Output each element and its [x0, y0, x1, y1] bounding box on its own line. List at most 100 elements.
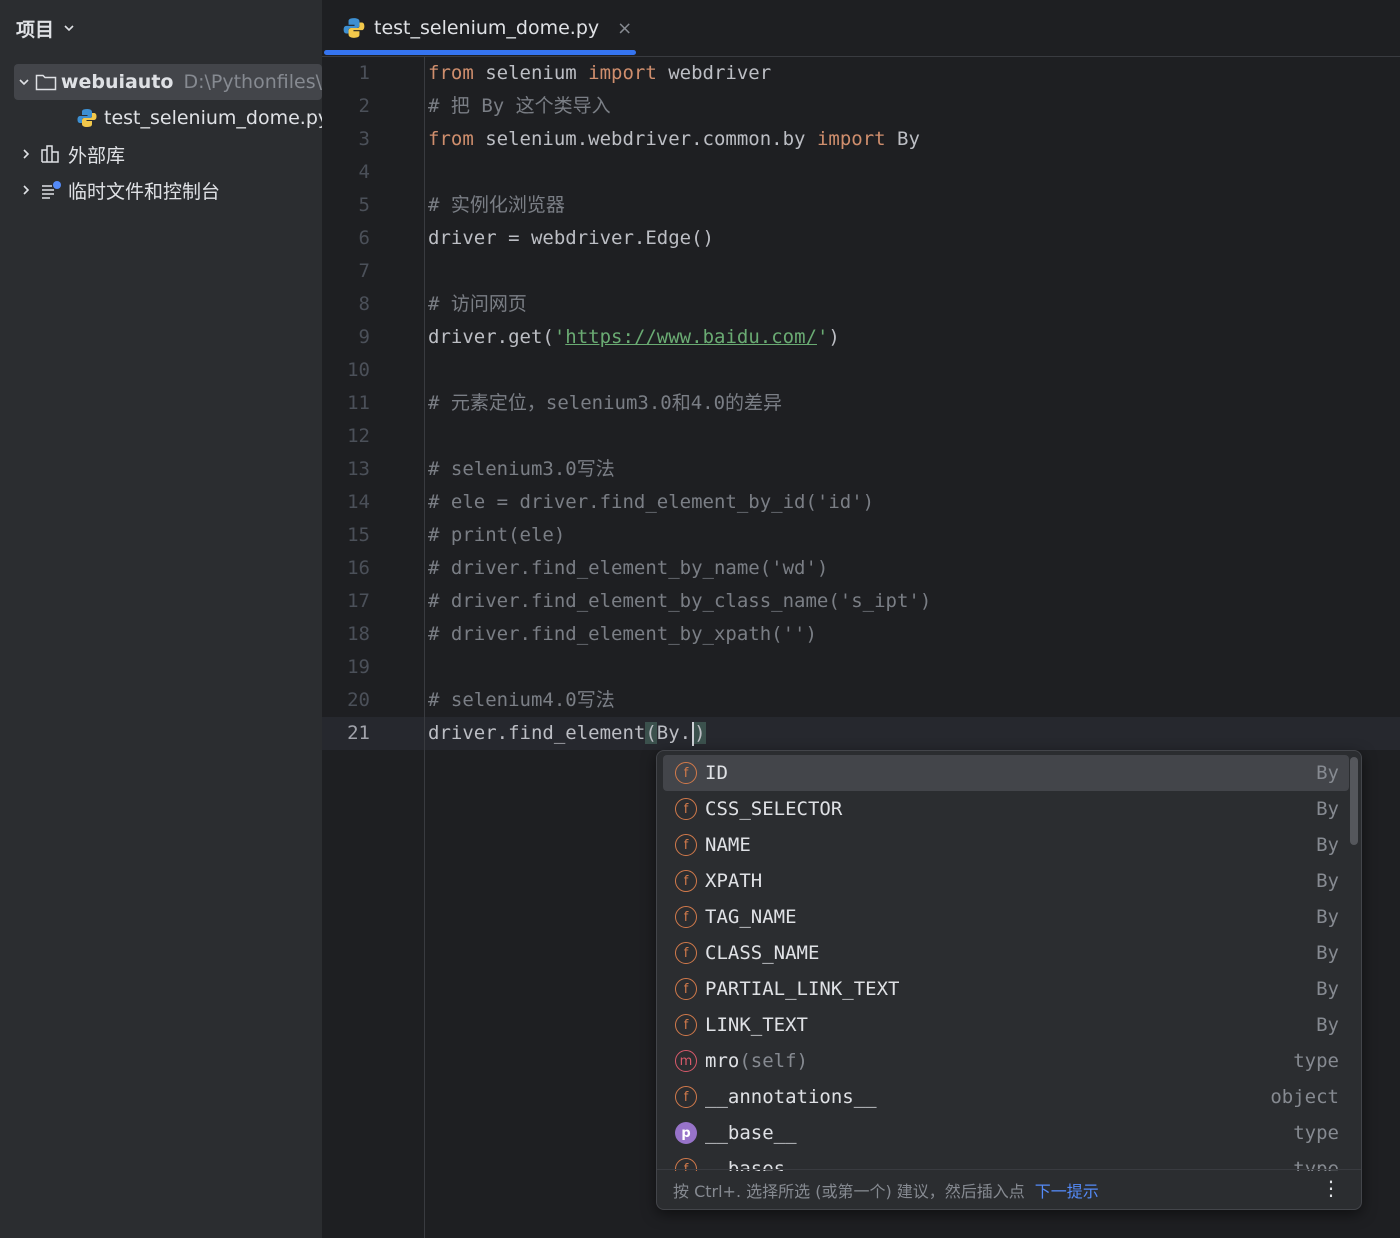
code-line[interactable]: 6 driver = webdriver.Edge() — [322, 222, 1400, 255]
folder-icon — [35, 74, 56, 91]
code-line[interactable]: 13 # selenium3.0写法 — [322, 453, 1400, 486]
code-line[interactable]: 19 — [322, 651, 1400, 684]
completion-name: PARTIAL_LINK_TEXT — [705, 978, 900, 1000]
chevron-down-icon[interactable] — [62, 21, 76, 35]
code-line[interactable]: 11 # 元素定位，selenium3.0和4.0的差异 — [322, 387, 1400, 420]
line-number: 14 — [347, 491, 370, 513]
code-line[interactable]: 14 # ele = driver.find_element_by_id('id'… — [322, 486, 1400, 519]
url-link[interactable]: https://www.baidu.com/ — [565, 326, 817, 348]
code-line[interactable]: 3 from selenium.webdriver.common.by impor… — [322, 123, 1400, 156]
line-number: 11 — [347, 392, 370, 414]
completion-item[interactable]: f PARTIAL_LINK_TEXT By — [663, 971, 1349, 1007]
code-line[interactable]: 16 # driver.find_element_by_name('wd') — [322, 552, 1400, 585]
completion-footer: 按 Ctrl+. 选择所选 (或第一个) 建议，然后插入点 下一提示 ⋮ — [657, 1169, 1361, 1209]
chevron-down-icon[interactable] — [17, 75, 31, 89]
completion-item[interactable]: f LINK_TEXT By — [663, 1007, 1349, 1043]
tree-item-project-root[interactable]: webuiauto D:\Pythonfiles\ — [14, 64, 322, 100]
editor-tab-label: test_selenium_dome.py — [374, 17, 600, 39]
next-tip-link[interactable]: 下一提示 — [1035, 1178, 1099, 1202]
code-line[interactable]: 4 — [322, 156, 1400, 189]
line-number: 9 — [358, 326, 370, 348]
completion-item[interactable]: f TAG_NAME By — [663, 899, 1349, 935]
project-panel: 项目 webuiauto D:\Pythonfiles\ test_seleni… — [0, 0, 322, 1238]
line-number: 8 — [358, 293, 370, 315]
completion-type: object — [1270, 1086, 1339, 1108]
project-path: D:\Pythonfiles\ — [183, 71, 322, 93]
library-icon — [41, 145, 59, 163]
code-line[interactable]: 2 # 把 By 这个类导入 — [322, 90, 1400, 123]
completion-item[interactable]: p __base__ type — [663, 1115, 1349, 1151]
method-icon: m — [675, 1050, 697, 1072]
code-line[interactable]: 12 — [322, 420, 1400, 453]
completion-item[interactable]: f ID By — [663, 755, 1349, 791]
tree-item-label: 临时文件和控制台 — [68, 180, 221, 203]
project-panel-header[interactable]: 项目 — [0, 0, 322, 56]
field-icon: f — [675, 1086, 697, 1108]
scratches-icon — [42, 181, 61, 199]
code-line[interactable]: 8 # 访问网页 — [322, 288, 1400, 321]
code-line[interactable]: 7 — [322, 255, 1400, 288]
field-icon: f — [675, 834, 697, 856]
code-line[interactable]: 17 # driver.find_element_by_class_name('s… — [322, 585, 1400, 618]
field-icon: f — [675, 870, 697, 892]
python-file-icon — [343, 18, 365, 38]
completion-item[interactable]: f __annotations__ object — [663, 1079, 1349, 1115]
completion-item[interactable]: m mro(self) type — [663, 1043, 1349, 1079]
code-token: driver.find_element — [428, 722, 646, 744]
code-token: from — [428, 128, 474, 150]
completion-item[interactable]: f CSS_SELECTOR By — [663, 791, 1349, 827]
line-number: 3 — [358, 128, 370, 150]
code-token: webdriver — [656, 62, 772, 84]
line-number: 6 — [358, 227, 370, 249]
completion-item[interactable]: f NAME By — [663, 827, 1349, 863]
code-comment: # 元素定位，selenium3.0和4.0的差异 — [428, 392, 783, 414]
matched-paren: ) — [694, 722, 706, 744]
tree-item-label: test_selenium_dome.py — [104, 107, 322, 129]
code-comment: # driver.find_element_by_xpath('') — [428, 623, 817, 645]
completion-params: (self) — [739, 1050, 808, 1072]
code-token: driver.get( — [428, 326, 554, 348]
tree-item-scratches[interactable]: 临时文件和控制台 — [14, 172, 220, 208]
code-line[interactable]: 5 # 实例化浏览器 — [322, 189, 1400, 222]
line-number: 13 — [347, 458, 370, 480]
completion-list[interactable]: f ID By f CSS_SELECTOR By f NAME By f XPATH By f… — [657, 755, 1361, 1171]
active-tab-indicator — [324, 50, 636, 55]
code-comment: # ele = driver.find_element_by_id('id') — [428, 491, 875, 513]
line-number: 2 — [358, 95, 370, 117]
field-icon: f — [675, 798, 697, 820]
code-line[interactable]: 20 # selenium4.0写法 — [322, 684, 1400, 717]
code-line[interactable]: 15 # print(ele) — [322, 519, 1400, 552]
code-text: driver = webdriver.Edge() — [428, 227, 714, 249]
code-line[interactable]: 10 — [322, 354, 1400, 387]
completion-item[interactable]: f CLASS_NAME By — [663, 935, 1349, 971]
more-options-icon[interactable]: ⋮ — [1321, 1176, 1341, 1200]
code-line-current[interactable]: 21 driver.find_element(By.) — [322, 717, 1400, 750]
completion-scrollbar[interactable] — [1350, 757, 1358, 845]
line-number: 12 — [347, 425, 370, 447]
code-line[interactable]: 18 # driver.find_element_by_xpath('') — [322, 618, 1400, 651]
tree-item-python-file[interactable]: test_selenium_dome.py — [74, 100, 322, 136]
code-line[interactable]: 9 driver.get('https://www.baidu.com/') — [322, 321, 1400, 354]
code-comment: # driver.find_element_by_class_name('s_i… — [428, 590, 932, 612]
code-line[interactable]: 1 from selenium import webdriver — [322, 57, 1400, 90]
code-token: selenium.webdriver.common.by — [473, 128, 817, 150]
completion-name: LINK_TEXT — [705, 1014, 808, 1036]
completion-name: CLASS_NAME — [705, 942, 820, 964]
completion-type: type — [1293, 1050, 1339, 1072]
completion-item[interactable]: f XPATH By — [663, 863, 1349, 899]
completion-item[interactable]: f __bases__ type — [663, 1151, 1349, 1171]
code-comment: # driver.find_element_by_name('wd') — [428, 557, 829, 579]
field-icon: f — [675, 906, 697, 928]
completion-name: __annotations__ — [705, 1086, 877, 1108]
field-icon: f — [675, 1014, 697, 1036]
code-token: ' — [553, 326, 566, 348]
tree-item-external-libraries[interactable]: 外部库 — [14, 136, 125, 172]
chevron-right-icon[interactable] — [19, 183, 33, 197]
python-file-icon — [77, 109, 97, 127]
close-icon[interactable]: × — [617, 18, 632, 39]
editor-tab-bar: test_selenium_dome.py × — [322, 0, 1400, 57]
completion-name: __base__ — [705, 1122, 797, 1144]
completion-type: By — [1316, 978, 1339, 1000]
chevron-right-icon[interactable] — [19, 147, 33, 161]
editor-tab[interactable]: test_selenium_dome.py × — [322, 0, 636, 56]
